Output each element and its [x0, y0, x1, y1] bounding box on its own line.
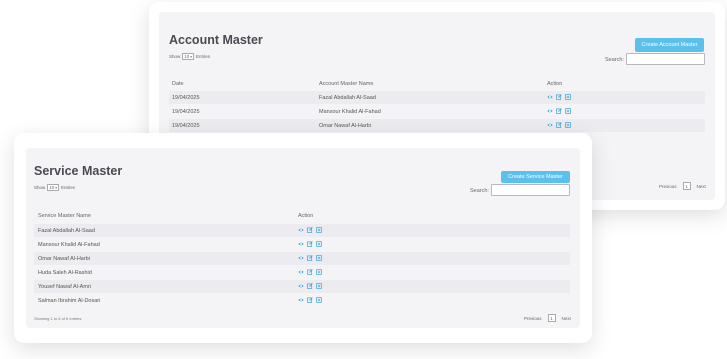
- delete-icon[interactable]: [316, 269, 322, 275]
- row-actions: [298, 269, 322, 275]
- row-name: Omar Nawaf Al-Harbi: [319, 123, 371, 129]
- row-actions: [298, 227, 322, 233]
- chevron-down-icon: ▾: [190, 54, 193, 59]
- eye-icon[interactable]: [298, 269, 304, 275]
- delete-icon[interactable]: [316, 297, 322, 303]
- column-header-name: Service Master Name: [38, 213, 91, 219]
- entries-select[interactable]: 10 ▾: [182, 53, 195, 60]
- row-date: 19/04/2025: [172, 123, 200, 129]
- row-date: 19/04/2025: [172, 109, 200, 115]
- search-label: Search:: [470, 188, 489, 194]
- eye-icon[interactable]: [298, 297, 304, 303]
- edit-icon[interactable]: [307, 269, 313, 275]
- next-link[interactable]: Next: [562, 316, 571, 321]
- row-name: Mansour Khalid Al-Fahad: [38, 242, 100, 248]
- next-link[interactable]: Next: [697, 184, 706, 189]
- row-date: 19/04/2025: [172, 95, 200, 101]
- create-service-master-button[interactable]: Create Service Master: [501, 171, 570, 183]
- pagination: Previous 1 Next: [659, 182, 706, 190]
- row-name: Mansour Khalid Al-Fahad: [319, 109, 381, 115]
- delete-icon[interactable]: [565, 122, 571, 128]
- entries-label: Entries: [196, 54, 211, 59]
- eye-icon[interactable]: [547, 108, 553, 114]
- delete-icon[interactable]: [316, 283, 322, 289]
- row-actions: [298, 241, 322, 247]
- eye-icon[interactable]: [298, 241, 304, 247]
- page-number-button[interactable]: 1: [682, 182, 691, 190]
- edit-icon[interactable]: [556, 94, 562, 100]
- entries-label: Entries: [61, 185, 76, 190]
- row-name: Yousef Nawaf Al-Amri: [38, 284, 91, 290]
- eye-icon[interactable]: [547, 94, 553, 100]
- create-account-master-button[interactable]: Create Account Master: [635, 38, 704, 52]
- column-header-name: Account Master Name: [319, 81, 374, 87]
- service-master-window: Service Master Show 10 ▾ Entries Create …: [14, 133, 592, 343]
- pagination: Previous 1 Next: [524, 314, 571, 322]
- row-actions: [298, 297, 322, 303]
- edit-icon[interactable]: [307, 255, 313, 261]
- entries-select[interactable]: 10 ▾: [47, 184, 60, 191]
- row-actions: [547, 122, 571, 128]
- previous-link[interactable]: Previous: [659, 184, 677, 189]
- row-actions: [298, 255, 322, 261]
- previous-link[interactable]: Previous: [524, 316, 542, 321]
- show-label: Show: [169, 54, 181, 59]
- row-name: Fazal Abdallah Al-Saad: [319, 95, 376, 101]
- row-name: Salman Ibrahim Al-Dosari: [38, 298, 101, 304]
- page-title: Account Master: [169, 33, 263, 47]
- table-row: [169, 105, 705, 118]
- edit-icon[interactable]: [307, 241, 313, 247]
- delete-icon[interactable]: [316, 255, 322, 261]
- delete-icon[interactable]: [565, 108, 571, 114]
- row-actions: [547, 108, 571, 114]
- page-number-button[interactable]: 1: [547, 314, 556, 322]
- edit-icon[interactable]: [307, 283, 313, 289]
- column-header-date: Date: [172, 81, 184, 87]
- entries-length-control: Show 10 ▾ Entries: [34, 184, 75, 191]
- show-label: Show: [34, 185, 46, 190]
- row-name: Omar Nawaf Al-Harbi: [38, 256, 90, 262]
- table-row: [169, 91, 705, 104]
- row-name: Fazal Abdallah Al-Saad: [38, 228, 95, 234]
- edit-icon[interactable]: [556, 108, 562, 114]
- entries-length-control: Show 10 ▾ Entries: [169, 53, 210, 60]
- column-header-action: Action: [547, 81, 563, 87]
- search-input[interactable]: [491, 184, 570, 196]
- delete-icon[interactable]: [316, 227, 322, 233]
- column-header-action: Action: [298, 213, 314, 219]
- page-title: Service Master: [34, 164, 123, 178]
- search-input[interactable]: [626, 53, 705, 65]
- entries-value: 10: [49, 185, 55, 190]
- edit-icon[interactable]: [307, 297, 313, 303]
- edit-icon[interactable]: [307, 227, 313, 233]
- table-row: [169, 119, 705, 132]
- eye-icon[interactable]: [298, 283, 304, 289]
- eye-icon[interactable]: [298, 227, 304, 233]
- table-info: Showing 1 to 6 of 6 entries: [34, 316, 82, 321]
- eye-icon[interactable]: [547, 122, 553, 128]
- row-name: Huda Saleh Al-Rashid: [38, 270, 92, 276]
- row-actions: [547, 94, 571, 100]
- entries-value: 10: [184, 54, 190, 59]
- edit-icon[interactable]: [556, 122, 562, 128]
- chevron-down-icon: ▾: [55, 185, 58, 190]
- search-label: Search:: [605, 57, 624, 63]
- row-actions: [298, 283, 322, 289]
- delete-icon[interactable]: [565, 94, 571, 100]
- delete-icon[interactable]: [316, 241, 322, 247]
- eye-icon[interactable]: [298, 255, 304, 261]
